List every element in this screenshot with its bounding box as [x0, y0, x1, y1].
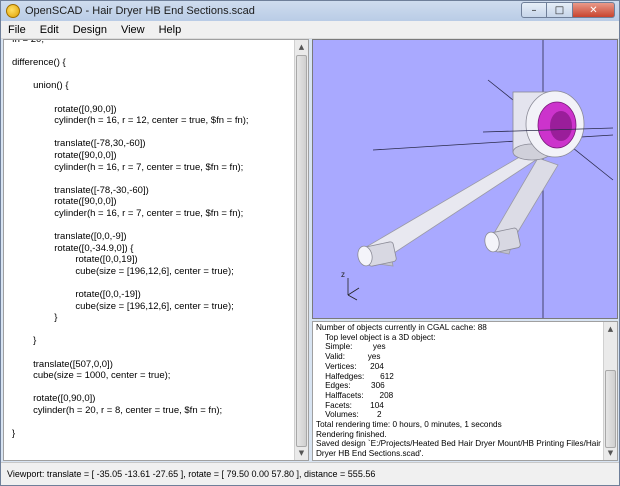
z-axis-label: z: [341, 270, 345, 279]
console-line: Valid: yes: [316, 352, 381, 362]
menu-design[interactable]: Design: [66, 24, 114, 36]
model-main-cylinder: [512, 90, 585, 161]
scroll-up-icon[interactable]: ▲: [295, 40, 308, 54]
minimize-button[interactable]: –: [521, 2, 547, 18]
y-axis-icon: [347, 294, 358, 301]
menu-help[interactable]: Help: [152, 24, 189, 36]
code-line[interactable]: translate([-78,30,-60]): [12, 138, 296, 150]
code-line[interactable]: translate([507,0,0]): [12, 359, 296, 371]
code-line[interactable]: [12, 382, 296, 394]
code-line[interactable]: [12, 173, 296, 185]
code-line[interactable]: union() {: [12, 80, 296, 92]
scroll-down-icon[interactable]: ▼: [295, 446, 308, 460]
viewport-status: Viewport: translate = [ -35.05 -13.61 -2…: [7, 469, 376, 479]
3d-viewport[interactable]: z: [312, 39, 618, 319]
menu-view[interactable]: View: [114, 24, 152, 36]
code-line[interactable]: rotate([0,-34.9,0]) {: [12, 243, 296, 255]
console-output[interactable]: Number of objects currently in CGAL cach…: [312, 321, 618, 461]
menu-bar: File Edit Design View Help: [1, 21, 619, 39]
code-line[interactable]: [12, 417, 296, 429]
model-feet: [357, 227, 521, 267]
code-line[interactable]: [12, 46, 296, 58]
code-line[interactable]: difference() {: [12, 57, 296, 69]
code-line[interactable]: cylinder(h = 16, r = 7, center = true, $…: [12, 208, 296, 220]
code-line[interactable]: [12, 324, 296, 336]
console-line: Vertices: 204: [316, 361, 384, 371]
code-text[interactable]: fn = 20; difference() { union() { rotate(…: [12, 40, 296, 440]
console-line: Facets: 104: [316, 400, 384, 410]
console-scroll-up-icon[interactable]: ▲: [604, 322, 617, 336]
code-line[interactable]: rotate([0,0,-19]): [12, 289, 296, 301]
x-axis-icon: [347, 287, 360, 296]
console-scrollbar[interactable]: ▲ ▼: [603, 322, 617, 460]
app-window: OpenSCAD - Hair Dryer HB End Sections.sc…: [0, 0, 620, 486]
code-line[interactable]: [12, 277, 296, 289]
console-line: Top level object is a 3D object:: [316, 332, 436, 342]
status-bar: Viewport: translate = [ -35.05 -13.61 -2…: [1, 462, 619, 485]
code-line[interactable]: [12, 220, 296, 232]
code-line[interactable]: }: [12, 335, 296, 347]
code-line[interactable]: cylinder(h = 16, r = 7, center = true, $…: [12, 162, 296, 174]
code-line[interactable]: rotate([90,0,0]): [12, 150, 296, 162]
editor-scroll-thumb[interactable]: [296, 55, 307, 447]
3d-render: z: [341, 40, 614, 318]
editor-scrollbar[interactable]: ▲ ▼: [294, 40, 308, 460]
console-line: Saved design `E:/Projects/Heated Bed Hai…: [316, 439, 601, 459]
console-scroll-thumb[interactable]: [605, 370, 616, 448]
title-bar[interactable]: OpenSCAD - Hair Dryer HB End Sections.sc…: [1, 1, 619, 21]
openscad-app-icon: [6, 4, 20, 18]
console-scroll-down-icon[interactable]: ▼: [604, 446, 617, 460]
code-line[interactable]: cylinder(h = 20, r = 8, center = true, $…: [12, 405, 296, 417]
window-controls: – □ ✕: [521, 2, 615, 18]
code-line[interactable]: rotate([0,90,0]): [12, 393, 296, 405]
code-line[interactable]: }: [12, 312, 296, 324]
console-line: Number of objects currently in CGAL cach…: [316, 323, 487, 332]
console-line: Edges: 306: [316, 381, 385, 391]
code-line[interactable]: }: [12, 428, 296, 440]
maximize-button[interactable]: □: [547, 2, 573, 18]
console-line: Volumes: 2: [316, 410, 382, 420]
code-line[interactable]: [12, 127, 296, 139]
code-line[interactable]: [12, 347, 296, 359]
code-line[interactable]: rotate([0,90,0]): [12, 104, 296, 116]
close-button[interactable]: ✕: [573, 2, 615, 18]
code-line[interactable]: translate([0,0,-9]): [12, 231, 296, 243]
code-line[interactable]: fn = 20;: [12, 40, 296, 46]
window-title: OpenSCAD - Hair Dryer HB End Sections.sc…: [25, 5, 255, 17]
console-line: Total rendering time: 0 hours, 0 minutes…: [316, 420, 502, 430]
code-line[interactable]: translate([-78,-30,-60]): [12, 185, 296, 197]
code-line[interactable]: cube(size = [196,12,6], center = true);: [12, 301, 296, 313]
console-line: Halffacets: 208: [316, 390, 394, 400]
code-editor[interactable]: fn = 20; difference() { union() { rotate(…: [3, 39, 309, 461]
console-line: Rendering finished.: [316, 429, 387, 439]
code-line[interactable]: cube(size = [196,12,6], center = true);: [12, 266, 296, 278]
code-line[interactable]: rotate([0,0,19]): [12, 254, 296, 266]
code-line[interactable]: rotate([90,0,0]): [12, 196, 296, 208]
code-line[interactable]: [12, 92, 296, 104]
code-line[interactable]: [12, 69, 296, 81]
menu-edit[interactable]: Edit: [33, 24, 66, 36]
menu-file[interactable]: File: [1, 24, 33, 36]
console-text: Number of objects currently in CGAL cach…: [316, 323, 602, 459]
code-line[interactable]: cylinder(h = 16, r = 12, center = true, …: [12, 115, 296, 127]
console-line: Simple: yes: [316, 342, 386, 352]
axes-gizmo: [347, 278, 360, 301]
console-line: Halfedges: 612: [316, 371, 394, 381]
code-line[interactable]: cube(size = 1000, center = true);: [12, 370, 296, 382]
